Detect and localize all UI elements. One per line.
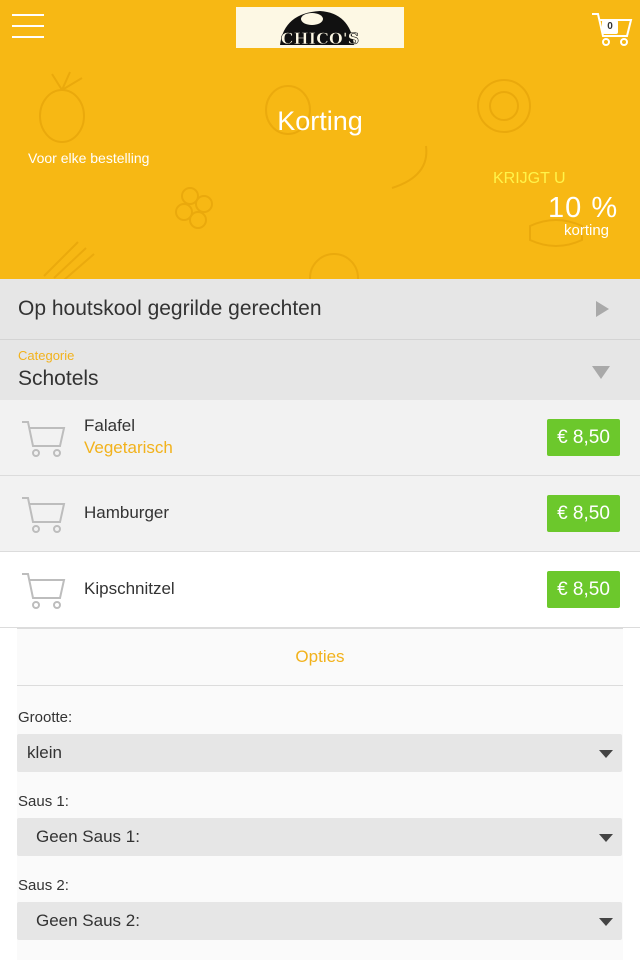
- product-name: Kipschnitzel: [84, 579, 175, 598]
- sauce2-select[interactable]: Geen Saus 2:: [17, 902, 622, 940]
- category-dropdown[interactable]: Categorie Schotels: [0, 340, 640, 400]
- category-label: Categorie: [18, 348, 75, 363]
- product-row[interactable]: Hamburger € 8,50: [0, 476, 640, 552]
- chevron-down-icon: [592, 366, 610, 379]
- sauce1-label: Saus 1:: [18, 793, 69, 810]
- sauce2-label: Saus 2:: [18, 877, 69, 894]
- product-options-panel: Opties Grootte: klein Saus 1: Geen Saus …: [17, 628, 623, 960]
- cart-icon[interactable]: 0: [590, 8, 634, 48]
- chevron-right-icon: [596, 301, 609, 317]
- add-to-cart-icon[interactable]: [20, 494, 68, 534]
- banner-krijgt-label: KRIJGT U: [493, 170, 566, 187]
- discount-percentage: 10 %: [548, 192, 619, 224]
- top-bar: CHICO'S 0: [0, 0, 640, 56]
- product-row[interactable]: Kipschnitzel € 8,50: [0, 552, 640, 628]
- category-value: Schotels: [18, 367, 99, 390]
- size-select-value: klein: [27, 743, 62, 762]
- grilled-dishes-category[interactable]: Op houtskool gegrilde gerechten: [0, 279, 640, 340]
- svg-text:CHICO'S: CHICO'S: [281, 29, 359, 48]
- caret-down-icon: [599, 834, 613, 842]
- price-button[interactable]: € 8,50: [547, 571, 620, 608]
- caret-down-icon: [599, 918, 613, 926]
- product-name: Hamburger: [84, 503, 170, 522]
- banner-subtitle: Voor elke bestelling: [28, 150, 150, 166]
- sauce2-select-value: Geen Saus 2:: [36, 911, 140, 930]
- add-to-cart-icon[interactable]: [20, 418, 68, 458]
- food-pattern-decoration: [39, 71, 583, 279]
- banner-korting-label: korting: [564, 222, 610, 239]
- sauce1-select[interactable]: Geen Saus 1:: [17, 818, 622, 856]
- sauce1-select-value: Geen Saus 1:: [36, 827, 140, 846]
- price-button[interactable]: € 8,50: [547, 495, 620, 532]
- cart-count-badge: 0: [602, 20, 618, 34]
- size-label: Grootte:: [18, 709, 73, 726]
- caret-down-icon: [599, 750, 613, 758]
- chicos-logo: CHICO'S: [236, 7, 404, 48]
- options-header: Opties: [17, 628, 623, 686]
- add-to-cart-icon[interactable]: [20, 570, 68, 610]
- price-button[interactable]: € 8,50: [547, 419, 620, 456]
- product-tag: Vegetarisch: [84, 438, 173, 457]
- discount-banner: Korting Voor elke bestelling KRIJGT U 10…: [0, 56, 640, 279]
- hamburger-menu-icon[interactable]: [12, 14, 44, 40]
- product-name: Falafel: [84, 416, 136, 435]
- size-select[interactable]: klein: [17, 734, 622, 772]
- banner-title: Korting: [277, 106, 363, 136]
- category-row-title: Op houtskool gegrilde gerechten: [18, 297, 322, 320]
- product-row[interactable]: Falafel Vegetarisch € 8,50: [0, 400, 640, 476]
